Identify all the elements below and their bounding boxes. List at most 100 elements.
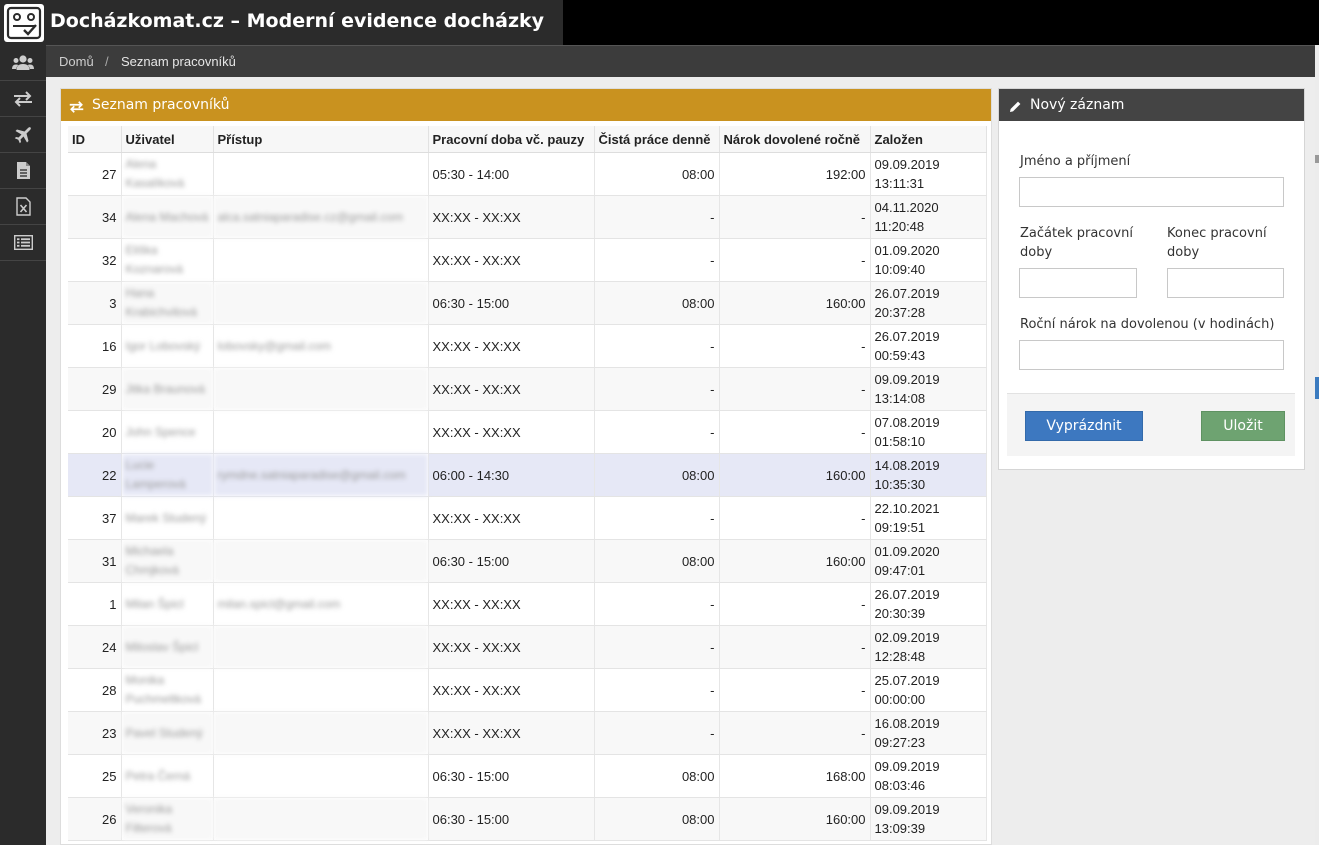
attendance-logo-icon[interactable] bbox=[4, 4, 44, 42]
table-row[interactable]: 27 Alena Kasalíková 05:30 - 14:00 08:00 192:… bbox=[68, 152, 987, 196]
cell-user: Michaela Chmjková bbox=[121, 539, 214, 583]
vacation-input[interactable] bbox=[1019, 340, 1284, 370]
created-date: 01.09.2020 bbox=[874, 243, 940, 258]
table-row[interactable]: 34 Alena Machová alca.satniaparadise.cz@gm… bbox=[68, 195, 987, 239]
column-header-working-hours[interactable]: Pracovní doba vč. pauzy bbox=[428, 126, 595, 153]
table-row[interactable]: 1 Milan Špicl milan.spicl@gmail.com XX:XX -… bbox=[68, 582, 987, 626]
column-header-net-work[interactable]: Čistá práce denně bbox=[594, 126, 720, 153]
created-date: 26.07.2019 bbox=[874, 286, 940, 301]
end-time-input[interactable] bbox=[1167, 268, 1284, 298]
cell-net-work: - bbox=[594, 367, 720, 411]
cell-created: 22.10.2021 09:19:51 bbox=[870, 496, 987, 540]
end-time-label: Konec pracovní doby bbox=[1167, 226, 1267, 260]
created-time: 09:47:01 bbox=[874, 563, 926, 578]
column-header-id[interactable]: ID bbox=[68, 126, 122, 153]
table-row[interactable]: 3 Hana Krabichvilová 06:30 - 15:00 08:00 160… bbox=[68, 281, 987, 325]
save-button[interactable]: Uložit bbox=[1201, 411, 1285, 441]
column-header-user[interactable]: Uživatel bbox=[121, 126, 214, 153]
table-row[interactable]: 28 Monika Puchmeltková XX:XX - XX:XX - -25.0… bbox=[68, 668, 987, 712]
created-date: 09.09.2019 bbox=[874, 157, 940, 172]
users-icon bbox=[12, 54, 34, 72]
employee-list-header: Seznam pracovníků bbox=[61, 89, 991, 121]
sidebar-item-documents[interactable] bbox=[0, 153, 46, 189]
clear-button[interactable]: Vyprázdnit bbox=[1025, 411, 1143, 441]
table-row[interactable]: 26 Veronika Filterová 06:30 - 15:00 08:00 16… bbox=[68, 797, 987, 841]
created-date: 09.09.2019 bbox=[874, 802, 940, 817]
new-record-header: Nový záznam bbox=[999, 89, 1304, 121]
created-date: 02.09.2019 bbox=[874, 630, 940, 645]
cell-user: Pavel Studený bbox=[121, 711, 214, 755]
column-header-created[interactable]: Založen bbox=[870, 126, 987, 153]
cell-working-hours: XX:XX - XX:XX bbox=[428, 195, 595, 239]
cell-net-work: - bbox=[594, 625, 720, 669]
table-row[interactable]: 25 Petra Černá 06:30 - 15:00 08:00 168:00 09.… bbox=[68, 754, 987, 798]
cell-access bbox=[213, 797, 429, 841]
cell-user: Igor Lobovský bbox=[121, 324, 214, 368]
cell-vacation: - bbox=[719, 582, 871, 626]
created-date: 16.08.2019 bbox=[874, 716, 940, 731]
cell-net-work: - bbox=[594, 410, 720, 454]
cell-vacation: - bbox=[719, 324, 871, 368]
name-label: Jméno a příjmení bbox=[1020, 154, 1131, 169]
sidebar-item-users[interactable] bbox=[0, 45, 46, 81]
column-header-vacation[interactable]: Nárok dovolené ročně bbox=[719, 126, 871, 153]
table-row[interactable]: 20 John Spence XX:XX - XX:XX - -07.08.2019 01… bbox=[68, 410, 987, 454]
table-row[interactable]: 22 Lucie Lamperová rymdne.satniaparadise@g… bbox=[68, 453, 987, 497]
right-edge-strip bbox=[1315, 45, 1319, 845]
cell-net-work: - bbox=[594, 668, 720, 712]
cell-vacation: 192:00 bbox=[719, 152, 871, 196]
cell-access bbox=[213, 238, 429, 282]
cell-created: 26.07.2019 00:59:43 bbox=[870, 324, 987, 368]
sidebar-item-list[interactable] bbox=[0, 225, 46, 261]
cell-working-hours: XX:XX - XX:XX bbox=[428, 496, 595, 540]
cell-user: Alena Kasalíková bbox=[121, 152, 214, 196]
exchange-icon bbox=[13, 90, 33, 107]
cell-created: 09.09.2019 08:03:46 bbox=[870, 754, 987, 798]
employee-list-panel: Seznam pracovníků ID Uživatel Přístup Pr… bbox=[60, 88, 992, 845]
cell-user: Monika Puchmeltková bbox=[121, 668, 214, 712]
cell-vacation: - bbox=[719, 195, 871, 239]
cell-access bbox=[213, 281, 429, 325]
breadcrumb-home-link[interactable]: Domů bbox=[59, 54, 94, 69]
cell-working-hours: XX:XX - XX:XX bbox=[428, 238, 595, 282]
cell-working-hours: XX:XX - XX:XX bbox=[428, 582, 595, 626]
cell-access bbox=[213, 668, 429, 712]
cell-vacation: - bbox=[719, 367, 871, 411]
sidebar-item-excel[interactable] bbox=[0, 189, 46, 225]
cell-created: 07.08.2019 01:58:10 bbox=[870, 410, 987, 454]
table-row[interactable]: 24 Miloslav Špicl XX:XX - XX:XX - -02.09.201… bbox=[68, 625, 987, 669]
created-time: 20:30:39 bbox=[874, 606, 926, 621]
created-time: 00:00:00 bbox=[874, 692, 926, 707]
cell-id: 34 bbox=[68, 195, 122, 239]
created-date: 26.07.2019 bbox=[874, 329, 940, 344]
table-row[interactable]: 37 Marek Studený XX:XX - XX:XX - -22.10.2021… bbox=[68, 496, 987, 540]
created-time: 11:20:48 bbox=[874, 219, 925, 234]
created-time: 13:11:31 bbox=[874, 176, 925, 191]
created-time: 09:19:51 bbox=[874, 520, 926, 535]
cell-working-hours: 05:30 - 14:00 bbox=[428, 152, 595, 196]
sidebar bbox=[0, 45, 46, 845]
cell-id: 1 bbox=[68, 582, 122, 626]
cell-id: 20 bbox=[68, 410, 122, 454]
sidebar-item-vacation[interactable] bbox=[0, 117, 46, 153]
sidebar-item-transfers[interactable] bbox=[0, 81, 46, 117]
cell-net-work: - bbox=[594, 324, 720, 368]
start-time-input[interactable] bbox=[1019, 268, 1137, 298]
column-header-access[interactable]: Přístup bbox=[213, 126, 429, 153]
created-time: 13:14:08 bbox=[874, 391, 926, 406]
cell-working-hours: XX:XX - XX:XX bbox=[428, 324, 595, 368]
name-input[interactable] bbox=[1019, 177, 1284, 207]
table-row[interactable]: 16 Igor Lobovský lobovsky@gmail.com XX:XX -… bbox=[68, 324, 987, 368]
table-row[interactable]: 29 Jitka Braunová XX:XX - XX:XX - -09.09.201… bbox=[68, 367, 987, 411]
cell-working-hours: 06:30 - 15:00 bbox=[428, 797, 595, 841]
created-date: 25.07.2019 bbox=[874, 673, 940, 688]
cell-vacation: 168:00 bbox=[719, 754, 871, 798]
start-time-label: Začátek pracovní doby bbox=[1020, 226, 1133, 260]
cell-created: 04.11.2020 11:20:48 bbox=[870, 195, 987, 239]
cell-access bbox=[213, 625, 429, 669]
table-row[interactable]: 31 Michaela Chmjková 06:30 - 15:00 08:00 160… bbox=[68, 539, 987, 583]
table-row[interactable]: 23 Pavel Studený XX:XX - XX:XX - -16.08.2019… bbox=[68, 711, 987, 755]
cell-vacation: - bbox=[719, 496, 871, 540]
cell-access: alca.satniaparadise.cz@gmail.com bbox=[213, 195, 429, 239]
table-row[interactable]: 32 Eliška Koznarová XX:XX - XX:XX - -01.09.2… bbox=[68, 238, 987, 282]
